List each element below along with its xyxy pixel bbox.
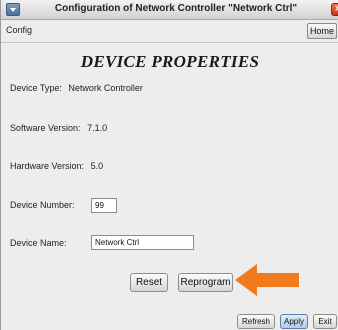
reset-button[interactable]: Reset [130, 273, 168, 292]
device-number-row: Device Number: [10, 200, 75, 210]
page-title: DEVICE PROPERTIES [80, 52, 260, 71]
device-name-field[interactable]: Network Ctrl [91, 235, 194, 250]
title-bar[interactable]: Configuration of Network Controller "Net… [1, 0, 338, 20]
hardware-version-label: Hardware Version: [10, 161, 85, 171]
toolbar: Config Home [1, 20, 338, 42]
toolbar-divider [1, 42, 338, 43]
exit-button[interactable]: Exit [313, 314, 337, 329]
home-button[interactable]: Home [307, 23, 337, 39]
window-menu-icon[interactable] [6, 3, 20, 16]
device-type-value: Network Controller [68, 83, 143, 93]
window-title: Configuration of Network Controller "Net… [54, 3, 298, 14]
software-version-row: Software Version: 7.1.0 [10, 123, 107, 133]
device-number-label: Device Number: [10, 200, 75, 210]
device-name-label: Device Name: [10, 238, 67, 248]
software-version-label: Software Version: [10, 123, 81, 133]
hardware-version-row: Hardware Version: 5.0 [10, 161, 103, 171]
config-menu[interactable]: Config [6, 25, 32, 35]
config-window: Configuration of Network Controller "Net… [0, 0, 338, 330]
device-name-row: Device Name: [10, 238, 67, 248]
software-version-value: 7.1.0 [87, 123, 108, 133]
device-type-label: Device Type: [10, 83, 62, 93]
close-icon[interactable]: × [331, 3, 338, 16]
reprogram-button[interactable]: Reprogram [178, 273, 233, 292]
hardware-version-value: 5.0 [90, 161, 104, 171]
apply-button[interactable]: Apply [280, 314, 308, 329]
refresh-button[interactable]: Refresh [237, 314, 275, 329]
device-number-field[interactable]: 99 [91, 198, 117, 213]
orange-arrow-icon [235, 264, 299, 296]
device-type-row: Device Type: Network Controller [10, 83, 143, 93]
